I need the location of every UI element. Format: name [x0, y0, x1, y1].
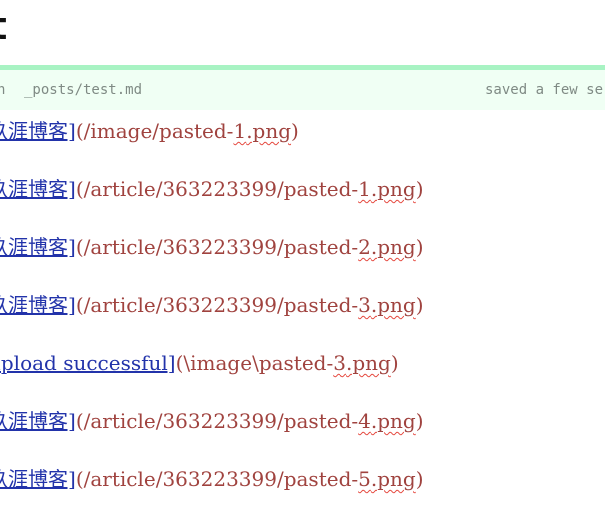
file-path-label[interactable]: _posts/test.md: [24, 82, 142, 98]
image-url: (/image/pasted-1.png): [75, 119, 299, 143]
editor-line[interactable]: 玖涯博客](/article/363223399/pasted-1.png): [0, 177, 424, 201]
editor-status-bar: n _posts/test.md saved a few se: [0, 65, 605, 110]
image-url: (/article/363223399/pasted-4.png): [75, 409, 424, 433]
link-text[interactable]: 玖涯博客]: [0, 293, 76, 317]
editor-line[interactable]: 玖涯博客](/image/pasted-1.png): [0, 119, 299, 143]
editor-mode-indicator: n: [0, 82, 6, 98]
link-text[interactable]: 玖涯博客]: [0, 409, 76, 433]
editor-line[interactable]: upload successful](\image\pasted-3.png): [0, 351, 399, 375]
link-text[interactable]: upload successful]: [0, 351, 176, 375]
editor-line[interactable]: 玖涯博客](/article/363223399/pasted-5.png): [0, 467, 424, 491]
image-url: (\image\pasted-3.png): [175, 351, 399, 375]
link-text[interactable]: 玖涯博客]: [0, 119, 76, 143]
image-url: (/article/363223399/pasted-1.png): [75, 177, 424, 201]
link-text[interactable]: 玖涯博客]: [0, 467, 76, 491]
link-text[interactable]: 玖涯博客]: [0, 177, 76, 201]
image-url: (/article/363223399/pasted-3.png): [75, 293, 424, 317]
image-url: (/article/363223399/pasted-5.png): [75, 467, 424, 491]
document-title: t: [0, 0, 9, 52]
link-text[interactable]: 玖涯博客]: [0, 235, 76, 259]
editor-line[interactable]: 玖涯博客](/article/363223399/pasted-3.png): [0, 293, 424, 317]
editor-line[interactable]: 玖涯博客](/article/363223399/pasted-2.png): [0, 235, 424, 259]
markdown-editor[interactable]: 玖涯博客](/image/pasted-1.png) 玖涯博客](/articl…: [0, 110, 605, 516]
image-url: (/article/363223399/pasted-2.png): [75, 235, 424, 259]
editor-line[interactable]: 玖涯博客](/article/363223399/pasted-4.png): [0, 409, 424, 433]
save-status-label: saved a few se: [485, 82, 604, 98]
